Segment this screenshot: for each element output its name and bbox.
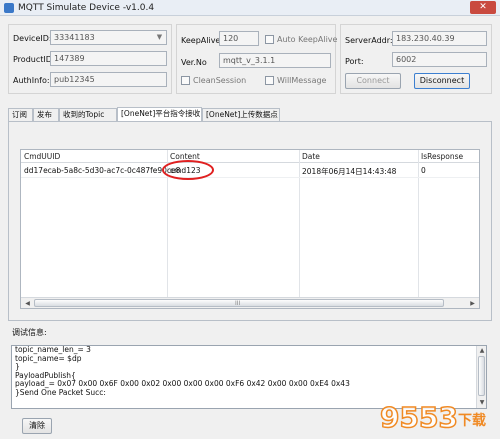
version-label: Ver.No	[181, 58, 207, 67]
will-message-checkbox[interactable]	[265, 76, 274, 85]
auth-info-label: AuthInfo:	[13, 76, 50, 85]
clear-button[interactable]: 清除	[22, 418, 52, 434]
log-line: topic_name= $dp	[15, 353, 82, 363]
clean-session-label: CleanSession	[193, 76, 247, 85]
close-button[interactable]: ✕	[470, 1, 496, 14]
server-addr-field[interactable]: 183.230.40.39	[392, 31, 487, 46]
title-bar: MQTT Simulate Device -v1.0.4 ✕	[0, 0, 500, 16]
app-icon	[4, 3, 14, 13]
scroll-thumb[interactable]: III	[34, 299, 444, 307]
will-message-label: WillMessage	[277, 76, 327, 85]
grid-header: CmdUUID Content Date IsResponse	[21, 150, 479, 163]
scroll-left-icon[interactable]: ◀	[22, 299, 33, 308]
clean-session-checkbox[interactable]	[181, 76, 190, 85]
log-line: }Send One Packet Succ:	[15, 387, 106, 397]
command-grid[interactable]: CmdUUID Content Date IsResponse dd17ecab…	[20, 149, 480, 309]
window-title: MQTT Simulate Device -v1.0.4	[18, 3, 155, 13]
chevron-down-icon[interactable]: ▼	[154, 32, 165, 43]
product-id-label: ProductID:	[13, 55, 55, 64]
port-label: Port:	[345, 57, 364, 66]
watermark-logo: 9553 下载	[379, 400, 486, 435]
cell-uuid: dd17ecab-5a8c-5d30-ac7c-0c487fe90ce8	[24, 166, 181, 175]
product-id-field[interactable]: 147389	[50, 51, 167, 66]
log-line: topic_name_len_= 3	[15, 345, 91, 354]
auto-keepalive-label: Auto KeepAlive	[277, 35, 338, 44]
tab-publish[interactable]: 发布	[33, 108, 59, 121]
column-isresponse[interactable]: IsResponse	[421, 152, 463, 161]
debug-info-label: 调试信息:	[12, 328, 47, 337]
svg-text:9553: 9553	[380, 401, 458, 434]
scroll-grip: III	[235, 300, 241, 307]
keepalive-label: KeepAlive:	[181, 36, 224, 45]
auth-info-field[interactable]: pub12345	[50, 72, 167, 87]
scroll-up-icon[interactable]: ▲	[478, 347, 486, 355]
server-addr-label: ServerAddr:	[345, 36, 393, 45]
tab-received-topic[interactable]: 收到的Topic	[59, 108, 117, 121]
port-field[interactable]: 6002	[392, 52, 487, 67]
tab-onenet-datapoint[interactable]: [OneNet]上传数据点	[202, 108, 280, 121]
device-id-label: DeviceID:	[13, 34, 52, 43]
cell-isresponse: 0	[421, 166, 426, 175]
disconnect-button[interactable]: Disconnect	[414, 73, 470, 89]
svg-text:下载: 下载	[458, 412, 486, 429]
scroll-thumb[interactable]	[478, 356, 485, 396]
connect-button[interactable]: Connect	[345, 73, 401, 89]
device-id-combo[interactable]: 33341183 ▼	[50, 30, 167, 45]
highlight-circle	[162, 160, 214, 180]
version-field[interactable]: mqtt_v_3.1.1	[219, 53, 331, 68]
column-date[interactable]: Date	[302, 152, 320, 161]
horizontal-scrollbar[interactable]: ◀ III ▶	[21, 297, 479, 308]
auto-keepalive-checkbox[interactable]	[265, 35, 274, 44]
log-line: }	[15, 362, 20, 371]
column-cmduuid[interactable]: CmdUUID	[24, 152, 60, 161]
scroll-right-icon[interactable]: ▶	[467, 299, 478, 308]
tab-subscribe[interactable]: 订阅	[8, 108, 33, 121]
cell-date: 2018年06月14日14:43:48	[302, 167, 397, 176]
command-tab-panel: CmdUUID Content Date IsResponse dd17ecab…	[8, 121, 492, 321]
device-id-value: 33341183	[54, 33, 95, 42]
table-row[interactable]: dd17ecab-5a8c-5d30-ac7c-0c487fe90ce8 cmd…	[21, 160, 479, 180]
keepalive-field[interactable]: 120	[219, 31, 259, 46]
tab-onenet-command[interactable]: [OneNet]平台指令接收	[117, 107, 202, 121]
